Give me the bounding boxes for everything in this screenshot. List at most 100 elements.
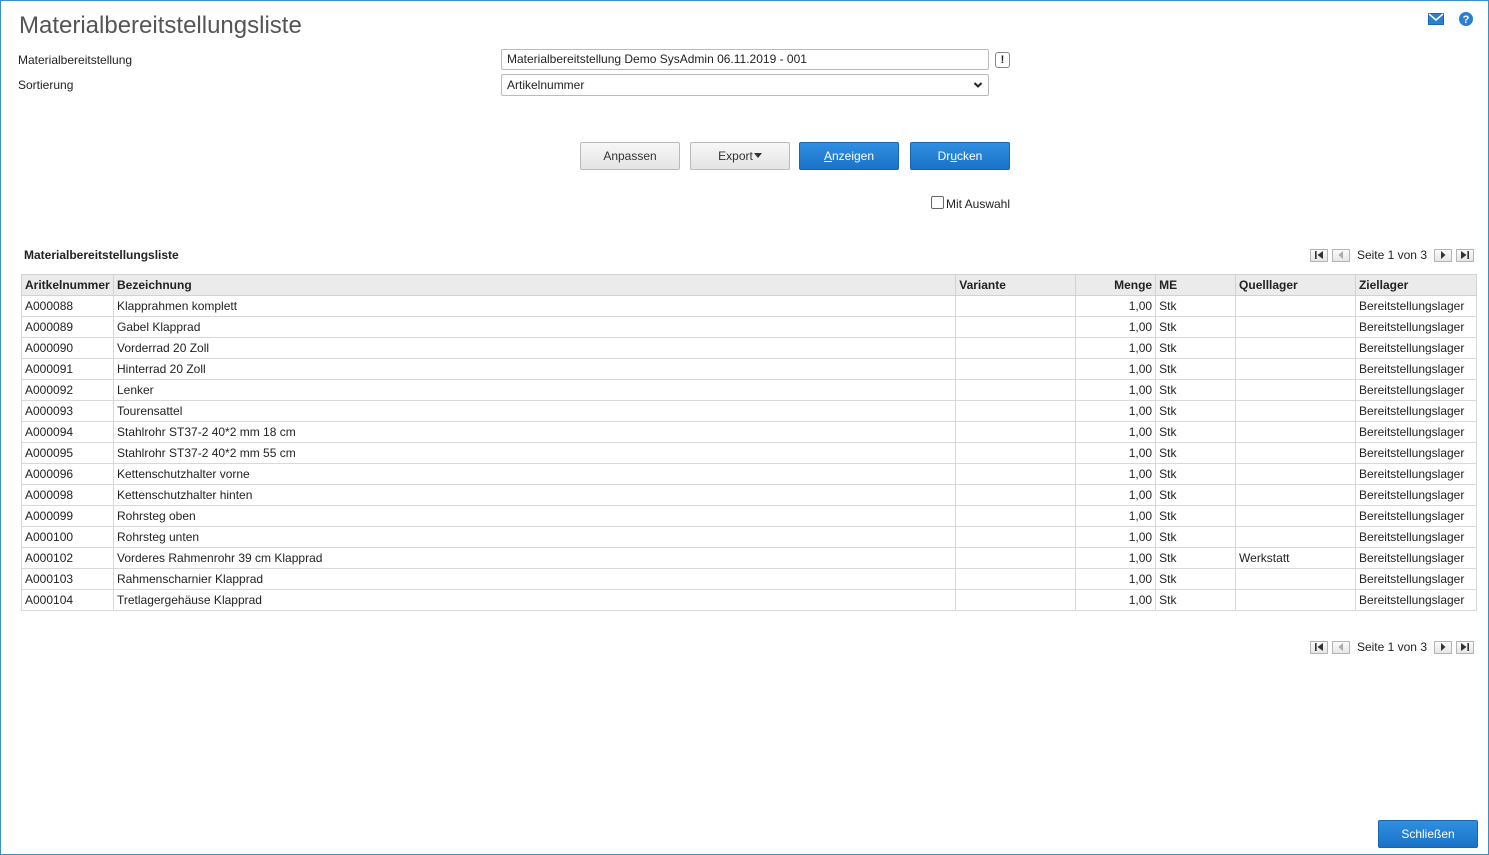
caret-down-icon: [753, 153, 762, 159]
cell-menge: 1,00: [1075, 484, 1157, 506]
cell-bezeichnung: Tourensattel: [112, 400, 957, 422]
cell-me: Stk: [1155, 337, 1237, 359]
cell-menge: 1,00: [1075, 547, 1157, 569]
first-page-icon[interactable]: [1309, 248, 1328, 262]
cell-ziellager: Bereitstellungslager: [1354, 589, 1478, 611]
column-header-menge[interactable]: Menge: [1075, 274, 1157, 296]
prev-page-icon[interactable]: [1331, 248, 1350, 262]
column-header-artikelnummer[interactable]: Aritkelnummer: [21, 274, 114, 296]
detail-button[interactable]: !: [995, 52, 1010, 68]
cell-artikelnummer: A000089: [21, 316, 114, 338]
cell-bezeichnung: Kettenschutzhalter hinten: [112, 484, 957, 506]
cell-me: Stk: [1155, 505, 1237, 527]
cell-quelllager: [1235, 463, 1356, 485]
table-row[interactable]: A000104 Tretlagergehäuse Klapprad 1,00 Stk B…: [21, 589, 1478, 611]
help-icon[interactable]: ?: [1458, 11, 1474, 27]
mit-auswahl-label[interactable]: Mit Auswahl: [946, 197, 1010, 211]
cell-artikelnummer: A000103: [21, 568, 114, 590]
cell-ziellager: Bereitstellungslager: [1354, 358, 1478, 380]
table-row[interactable]: A000090 Vorderrad 20 Zoll 1,00 Stk Bereitste…: [21, 337, 1478, 359]
column-header-ziellager[interactable]: Ziellager: [1354, 274, 1478, 296]
cell-menge: 1,00: [1075, 400, 1157, 422]
cell-quelllager: [1235, 526, 1356, 548]
column-header-me[interactable]: ME: [1155, 274, 1237, 296]
next-page-icon[interactable]: [1434, 640, 1452, 654]
table-row[interactable]: A000100 Rohrsteg unten 1,00 Stk Bereitstellu…: [21, 526, 1478, 548]
table-row[interactable]: A000095 Stahlrohr ST37-2 40*2 mm 55 cm 1,0…: [21, 442, 1478, 464]
table-row[interactable]: A000094 Stahlrohr ST37-2 40*2 mm 18 cm 1,0…: [21, 421, 1478, 443]
cell-menge: 1,00: [1075, 421, 1157, 443]
table-row[interactable]: A000102 Vorderes Rahmenrohr 39 cm Klappra…: [21, 547, 1478, 569]
cell-ziellager: Bereitstellungslager: [1354, 421, 1478, 443]
table-row[interactable]: A000088 Klapprahmen komplett 1,00 Stk Bereit…: [21, 295, 1478, 317]
cell-menge: 1,00: [1075, 316, 1157, 338]
cell-variante: [955, 379, 1077, 401]
column-header-variante[interactable]: Variante: [955, 274, 1077, 296]
table-row[interactable]: A000089 Gabel Klapprad 1,00 Stk Bereitstellu…: [21, 316, 1478, 338]
cell-me: Stk: [1155, 589, 1237, 611]
drucken-label-end: cken: [957, 149, 983, 163]
page-indicator: Seite 1 von 3: [1356, 640, 1427, 654]
table-header-row: Aritkelnummer Bezeichnung Variante Menge…: [21, 274, 1478, 296]
cell-quelllager: [1235, 568, 1356, 590]
first-page-icon[interactable]: [1309, 640, 1328, 654]
table-row[interactable]: A000099 Rohrsteg oben 1,00 Stk Bereitstellun…: [21, 505, 1478, 527]
cell-artikelnummer: A000102: [21, 547, 114, 569]
cell-menge: 1,00: [1075, 442, 1157, 464]
cell-artikelnummer: A000094: [21, 421, 114, 443]
cell-ziellager: Bereitstellungslager: [1354, 568, 1478, 590]
cell-bezeichnung: Tretlagergehäuse Klapprad: [112, 589, 957, 611]
last-page-icon[interactable]: [1456, 640, 1474, 654]
table-row[interactable]: A000091 Hinterrad 20 Zoll 1,00 Stk Bereitste…: [21, 358, 1478, 380]
chevron-down-icon: [973, 78, 983, 94]
drucken-button[interactable]: Dr u cken: [910, 142, 1010, 170]
cell-variante: [955, 295, 1077, 317]
table-row[interactable]: A000092 Lenker 1,00 Stk Bereitstellungslager: [21, 379, 1478, 401]
cell-bezeichnung: Stahlrohr ST37-2 40*2 mm 18 cm: [112, 421, 957, 443]
anpassen-button[interactable]: Anpassen: [580, 142, 680, 170]
cell-bezeichnung: Gabel Klapprad: [112, 316, 957, 338]
anzeigen-button[interactable]: Anzeigen: [799, 142, 899, 170]
column-header-quelllager[interactable]: Quelllager: [1235, 274, 1356, 296]
column-header-bezeichnung[interactable]: Bezeichnung: [112, 274, 957, 296]
cell-ziellager: Bereitstellungslager: [1354, 484, 1478, 506]
cell-variante: [955, 547, 1077, 569]
table-row[interactable]: A000103 Rahmenscharnier Klapprad 1,00 Stk Be…: [21, 568, 1478, 590]
cell-menge: 1,00: [1075, 463, 1157, 485]
cell-variante: [955, 400, 1077, 422]
cell-me: Stk: [1155, 442, 1237, 464]
sortierung-select[interactable]: Artikelnummer: [501, 74, 989, 96]
cell-menge: 1,00: [1075, 379, 1157, 401]
cell-menge: 1,00: [1075, 505, 1157, 527]
mit-auswahl-checkbox[interactable]: [931, 196, 944, 209]
cell-menge: 1,00: [1075, 568, 1157, 590]
cell-bezeichnung: Stahlrohr ST37-2 40*2 mm 55 cm: [112, 442, 957, 464]
cell-ziellager: Bereitstellungslager: [1354, 316, 1478, 338]
cell-artikelnummer: A000091: [21, 358, 114, 380]
table-row[interactable]: A000093 Tourensattel 1,00 Stk Bereitstellung…: [21, 400, 1478, 422]
cell-variante: [955, 484, 1077, 506]
schliessen-button[interactable]: Schließen: [1378, 820, 1478, 848]
cell-me: Stk: [1155, 316, 1237, 338]
cell-variante: [955, 316, 1077, 338]
cell-menge: 1,00: [1075, 589, 1157, 611]
cell-me: Stk: [1155, 400, 1237, 422]
export-button[interactable]: Export: [690, 142, 790, 170]
cell-me: Stk: [1155, 568, 1237, 590]
mail-icon[interactable]: [1428, 11, 1444, 27]
last-page-icon[interactable]: [1456, 248, 1474, 262]
table-row[interactable]: A000098 Kettenschutzhalter hinten 1,00 Stk B…: [21, 484, 1478, 506]
cell-variante: [955, 442, 1077, 464]
top-icons: ?: [1428, 11, 1474, 27]
material-table: Aritkelnummer Bezeichnung Variante Menge…: [21, 274, 1478, 611]
cell-menge: 1,00: [1075, 337, 1157, 359]
cell-ziellager: Bereitstellungslager: [1354, 379, 1478, 401]
next-page-icon[interactable]: [1434, 248, 1452, 262]
cell-bezeichnung: Hinterrad 20 Zoll: [112, 358, 957, 380]
cell-quelllager: Werkstatt: [1235, 547, 1356, 569]
prev-page-icon[interactable]: [1331, 640, 1350, 654]
materialbereitstellung-field[interactable]: Materialbereitstellung Demo SysAdmin 06.…: [501, 49, 989, 70]
page-indicator: Seite 1 von 3: [1356, 248, 1427, 262]
cell-variante: [955, 358, 1077, 380]
table-row[interactable]: A000096 Kettenschutzhalter vorne 1,00 Stk Be…: [21, 463, 1478, 485]
